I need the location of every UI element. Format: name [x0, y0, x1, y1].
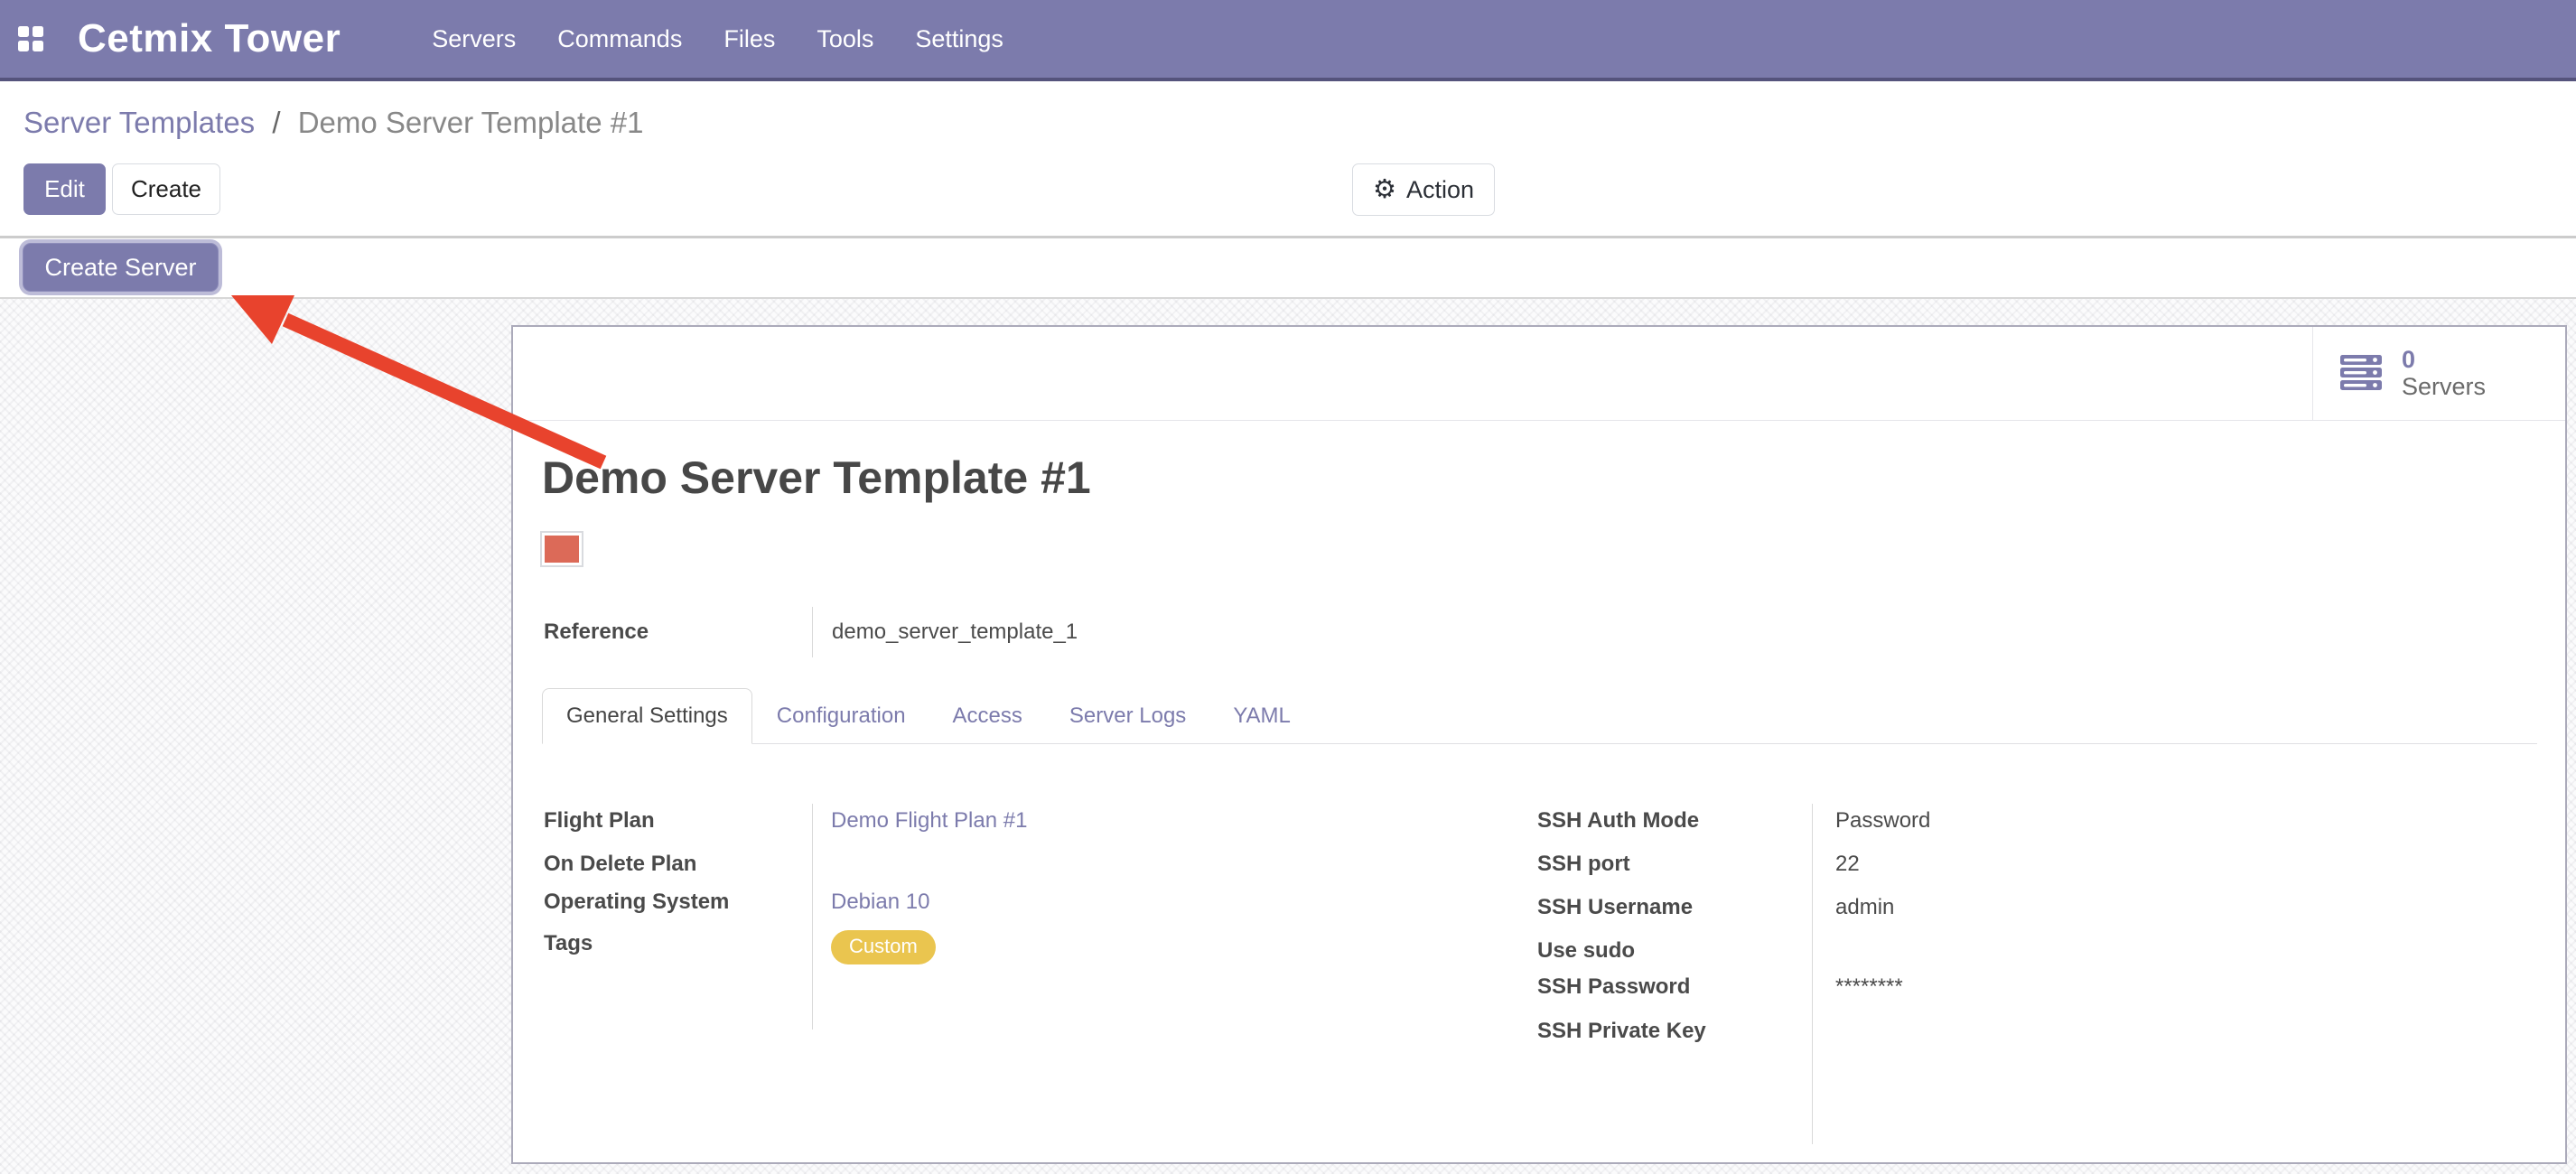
page: Cetmix Tower Servers Commands Files Tool… [0, 0, 2576, 1174]
action-button[interactable]: ⚙ Action [1352, 163, 1495, 216]
field-label-ssh-auth-mode: SSH Auth Mode [1537, 807, 1706, 851]
notebook-tabs: General Settings Configuration Access Se… [542, 688, 2537, 744]
field-label-use-sudo: Use sudo [1537, 937, 1706, 974]
field-value-ssh-port: 22 [1835, 851, 1930, 894]
reference-value: demo_server_template_1 [812, 607, 1078, 657]
right-field-values: Password 22 admin ******** [1835, 807, 1930, 1063]
field-label-ssh-username: SSH Username [1537, 894, 1706, 937]
color-swatch-fill [545, 536, 579, 563]
action-button-label: Action [1406, 176, 1474, 204]
field-label-on-delete-plan: On Delete Plan [544, 851, 729, 889]
left-field-labels: Flight Plan On Delete Plan Operating Sys… [544, 807, 729, 981]
brand-title[interactable]: Cetmix Tower [78, 16, 341, 61]
field-label-ssh-port: SSH port [1537, 851, 1706, 894]
tag-custom[interactable]: Custom [831, 930, 936, 964]
server-rack-icon [2340, 355, 2384, 393]
tab-yaml[interactable]: YAML [1233, 703, 1291, 729]
field-label-ssh-private-key: SSH Private Key [1537, 1018, 1706, 1063]
tab-server-logs[interactable]: Server Logs [1069, 703, 1186, 729]
field-value-use-sudo [1835, 937, 1930, 974]
left-field-values: Demo Flight Plan #1 Debian 10 Custom [831, 807, 1027, 981]
reference-label: Reference [544, 620, 812, 645]
servers-stat-button[interactable]: 0 Servers [2312, 327, 2565, 420]
server-template-card: 0 Servers Demo Server Template #1 Refere… [511, 325, 2567, 1164]
record-title: Demo Server Template #1 [542, 452, 1091, 504]
right-column-separator [1812, 804, 1813, 1144]
tab-configuration[interactable]: Configuration [777, 703, 906, 729]
gear-icon: ⚙ [1373, 177, 1396, 203]
reference-row: Reference demo_server_template_1 [544, 607, 1078, 657]
top-navbar: Cetmix Tower Servers Commands Files Tool… [0, 0, 2576, 81]
servers-count: 0 [2402, 346, 2486, 373]
field-value-ssh-password: ******** [1835, 974, 1930, 1018]
breadcrumb-current: Demo Server Template #1 [298, 106, 644, 139]
field-label-tags: Tags [544, 930, 729, 981]
menu-item-files[interactable]: Files [703, 25, 796, 53]
breadcrumb-separator: / [263, 106, 289, 139]
apps-menu-icon[interactable] [18, 26, 43, 51]
field-value-ssh-private-key [1835, 1018, 1930, 1063]
breadcrumb: Server Templates / Demo Server Template … [23, 105, 643, 141]
field-value-ssh-auth-mode: Password [1835, 807, 1930, 851]
field-value-flight-plan-link[interactable]: Demo Flight Plan #1 [831, 808, 1027, 833]
menu-item-tools[interactable]: Tools [796, 25, 894, 53]
breadcrumb-parent-link[interactable]: Server Templates [23, 106, 255, 139]
edit-button[interactable]: Edit [23, 163, 106, 215]
create-server-button[interactable]: Create Server [23, 243, 219, 292]
menu-item-commands[interactable]: Commands [537, 25, 703, 53]
toolbar-divider [0, 236, 2576, 238]
card-header-row: 0 Servers [513, 327, 2565, 421]
field-label-ssh-password: SSH Password [1537, 974, 1706, 1018]
servers-count-label: Servers [2402, 373, 2486, 401]
tab-access[interactable]: Access [953, 703, 1022, 729]
field-label-operating-system: Operating System [544, 889, 729, 930]
field-value-ssh-username: admin [1835, 894, 1930, 937]
color-swatch-picker[interactable] [540, 531, 583, 567]
stat-texts: 0 Servers [2402, 346, 2486, 401]
menu-item-settings[interactable]: Settings [894, 25, 1024, 53]
left-column-separator [812, 804, 813, 1030]
create-button[interactable]: Create [112, 163, 220, 215]
menu-item-servers[interactable]: Servers [411, 25, 537, 53]
right-field-labels: SSH Auth Mode SSH port SSH Username Use … [1537, 807, 1706, 1063]
main-menu: Servers Commands Files Tools Settings [411, 25, 1024, 53]
field-label-flight-plan: Flight Plan [544, 807, 729, 851]
field-value-operating-system-link[interactable]: Debian 10 [831, 890, 929, 914]
tab-general-settings[interactable]: General Settings [542, 688, 752, 744]
